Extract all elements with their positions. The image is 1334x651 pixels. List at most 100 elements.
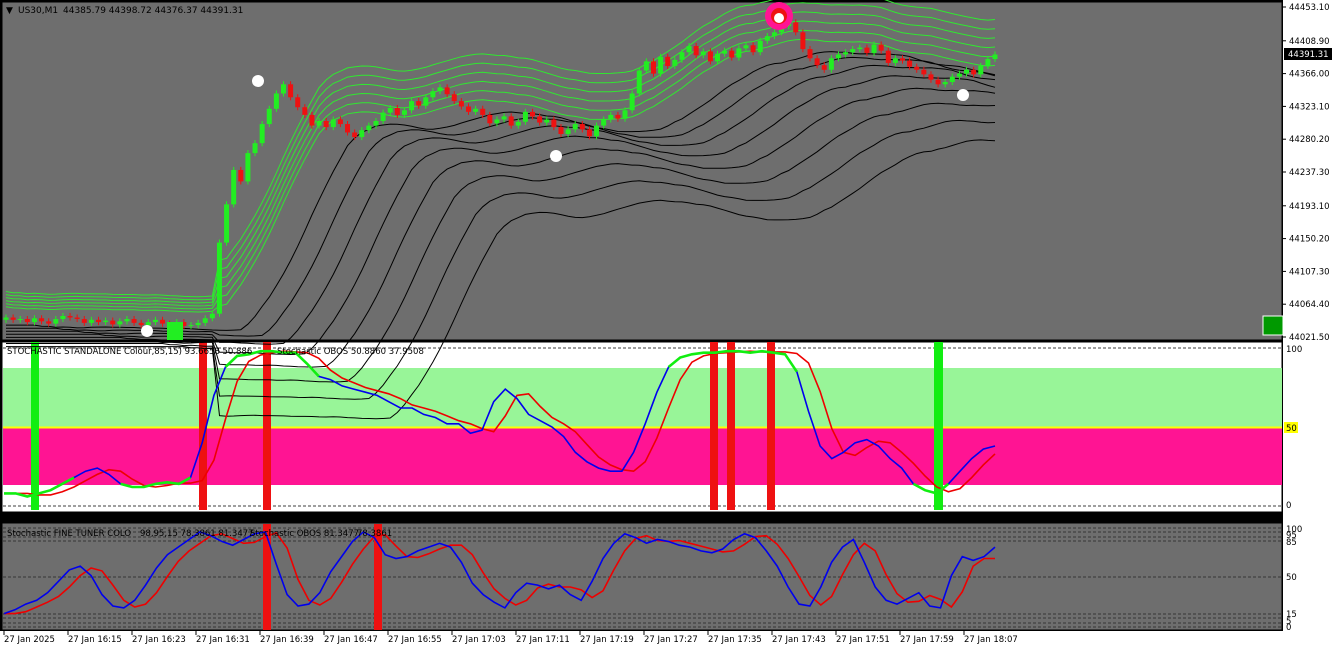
bear-candle xyxy=(921,69,927,75)
bull-candle xyxy=(224,204,230,243)
bull-candle xyxy=(401,110,407,115)
bull-candle xyxy=(608,114,614,120)
bear-candle xyxy=(864,47,870,53)
bull-candle xyxy=(359,130,365,138)
bear-candle xyxy=(345,124,351,133)
time-tick-label: 27 Jan 16:15 xyxy=(68,635,122,645)
bull-candle xyxy=(266,108,272,125)
bull-candle xyxy=(209,313,215,319)
bear-candle xyxy=(95,319,101,323)
bull-candle xyxy=(956,73,962,77)
overbought-zone xyxy=(3,368,1282,427)
trading-chart[interactable]: ▼ US30,M1 44385.79 44398.72 44376.37 443… xyxy=(0,0,1334,651)
bull-candle xyxy=(316,121,322,126)
bear-candle xyxy=(907,60,913,67)
panel2-obos-label: Stochastic OBOS 81.3477 xyxy=(250,529,359,539)
bull-candle xyxy=(280,84,286,94)
bull-candle xyxy=(736,48,742,58)
bull-candle xyxy=(565,129,571,134)
bull-candle xyxy=(743,45,749,49)
price-tick-label: 44323.10 xyxy=(1289,102,1330,112)
bull-candle xyxy=(835,54,841,59)
bear-candle xyxy=(309,114,315,126)
bull-candle xyxy=(31,318,37,323)
current-price-label: 44391.31 xyxy=(1288,50,1329,60)
bull-candle xyxy=(828,58,834,70)
bear-candle xyxy=(707,51,713,62)
bull-candle xyxy=(715,53,721,62)
bear-candle xyxy=(878,44,884,51)
bear-candle xyxy=(110,320,116,325)
price-tick-label: 44453.10 xyxy=(1289,3,1330,13)
bear-candle xyxy=(295,97,301,108)
oversold-zone xyxy=(3,428,1282,485)
bull-candle xyxy=(231,169,237,205)
bull-candle xyxy=(700,51,706,56)
red-signal-bar xyxy=(767,342,775,510)
time-tick-label: 27 Jan 17:19 xyxy=(580,635,634,645)
collapse-icon[interactable]: ▼ xyxy=(6,6,13,16)
bull-candle xyxy=(473,108,479,112)
green-signal-block xyxy=(167,322,183,340)
bull-candle xyxy=(686,46,692,53)
bear-candle xyxy=(416,101,422,106)
price-tick-label: 44237.30 xyxy=(1289,168,1330,178)
bull-candle xyxy=(373,121,379,126)
bear-candle xyxy=(935,79,941,85)
bear-candle xyxy=(67,315,73,318)
bull-candle xyxy=(330,119,336,128)
bull-candle xyxy=(103,320,109,323)
bull-candle xyxy=(117,321,123,325)
bull-candle xyxy=(53,319,59,324)
bear-candle xyxy=(451,94,457,102)
white-signal-dot xyxy=(252,75,264,87)
bull-candle xyxy=(672,59,678,66)
time-tick-label: 27 Jan 16:47 xyxy=(324,635,378,645)
bear-candle xyxy=(793,22,799,33)
bull-candle xyxy=(757,40,763,53)
bull-candle xyxy=(252,143,258,154)
bear-candle xyxy=(74,317,80,320)
time-tick-label: 27 Jan 17:11 xyxy=(516,635,570,645)
bear-candle xyxy=(558,127,564,134)
bull-candle xyxy=(216,242,222,314)
bear-candle xyxy=(821,65,827,70)
bear-candle xyxy=(352,132,358,138)
bear-candle xyxy=(551,119,557,128)
white-signal-dot xyxy=(957,89,969,101)
bull-candle xyxy=(202,318,208,323)
time-tick-label: 27 Jan 16:55 xyxy=(388,635,442,645)
bear-candle xyxy=(465,106,471,112)
time-tick-label: 27 Jan 17:51 xyxy=(836,635,890,645)
bull-candle xyxy=(722,50,728,54)
time-tick-label: 27 Jan 16:39 xyxy=(260,635,314,645)
bear-candle xyxy=(480,108,486,115)
red-signal-bar xyxy=(263,524,271,630)
bull-candle xyxy=(636,70,642,94)
bull-candle xyxy=(195,322,201,326)
bull-candle xyxy=(501,116,507,120)
price-tick-label: 44021.50 xyxy=(1289,333,1330,343)
bull-candle xyxy=(88,319,94,323)
price-tick-label: 44280.20 xyxy=(1289,135,1330,145)
main-price-panel[interactable] xyxy=(1,1,1283,341)
time-tick-label: 27 Jan 17:03 xyxy=(452,635,506,645)
bear-candle xyxy=(530,111,536,117)
bull-candle xyxy=(522,111,528,122)
bear-candle xyxy=(750,45,756,53)
panel2-scale-0: 0 xyxy=(1286,623,1291,633)
bull-candle xyxy=(992,54,998,60)
white-signal-dot xyxy=(141,325,153,337)
panel2-values-label: 98,95,15 78.3861 81.3477 xyxy=(140,529,254,539)
bull-candle xyxy=(259,124,265,144)
bear-candle xyxy=(800,32,806,50)
bull-candle xyxy=(643,61,649,71)
panel1-scale-0: 0 xyxy=(1286,501,1291,511)
time-tick-label: 27 Jan 17:27 xyxy=(644,635,698,645)
panel1-indicator-label: STOCHASTIC STANDALONE Colour,85,15) 93.6… xyxy=(7,347,252,357)
bear-candle xyxy=(586,129,592,137)
bull-candle xyxy=(629,93,635,111)
white-signal-dot xyxy=(550,150,562,162)
bear-candle xyxy=(444,87,450,95)
panel1-scale-50: 50 xyxy=(1286,424,1297,434)
